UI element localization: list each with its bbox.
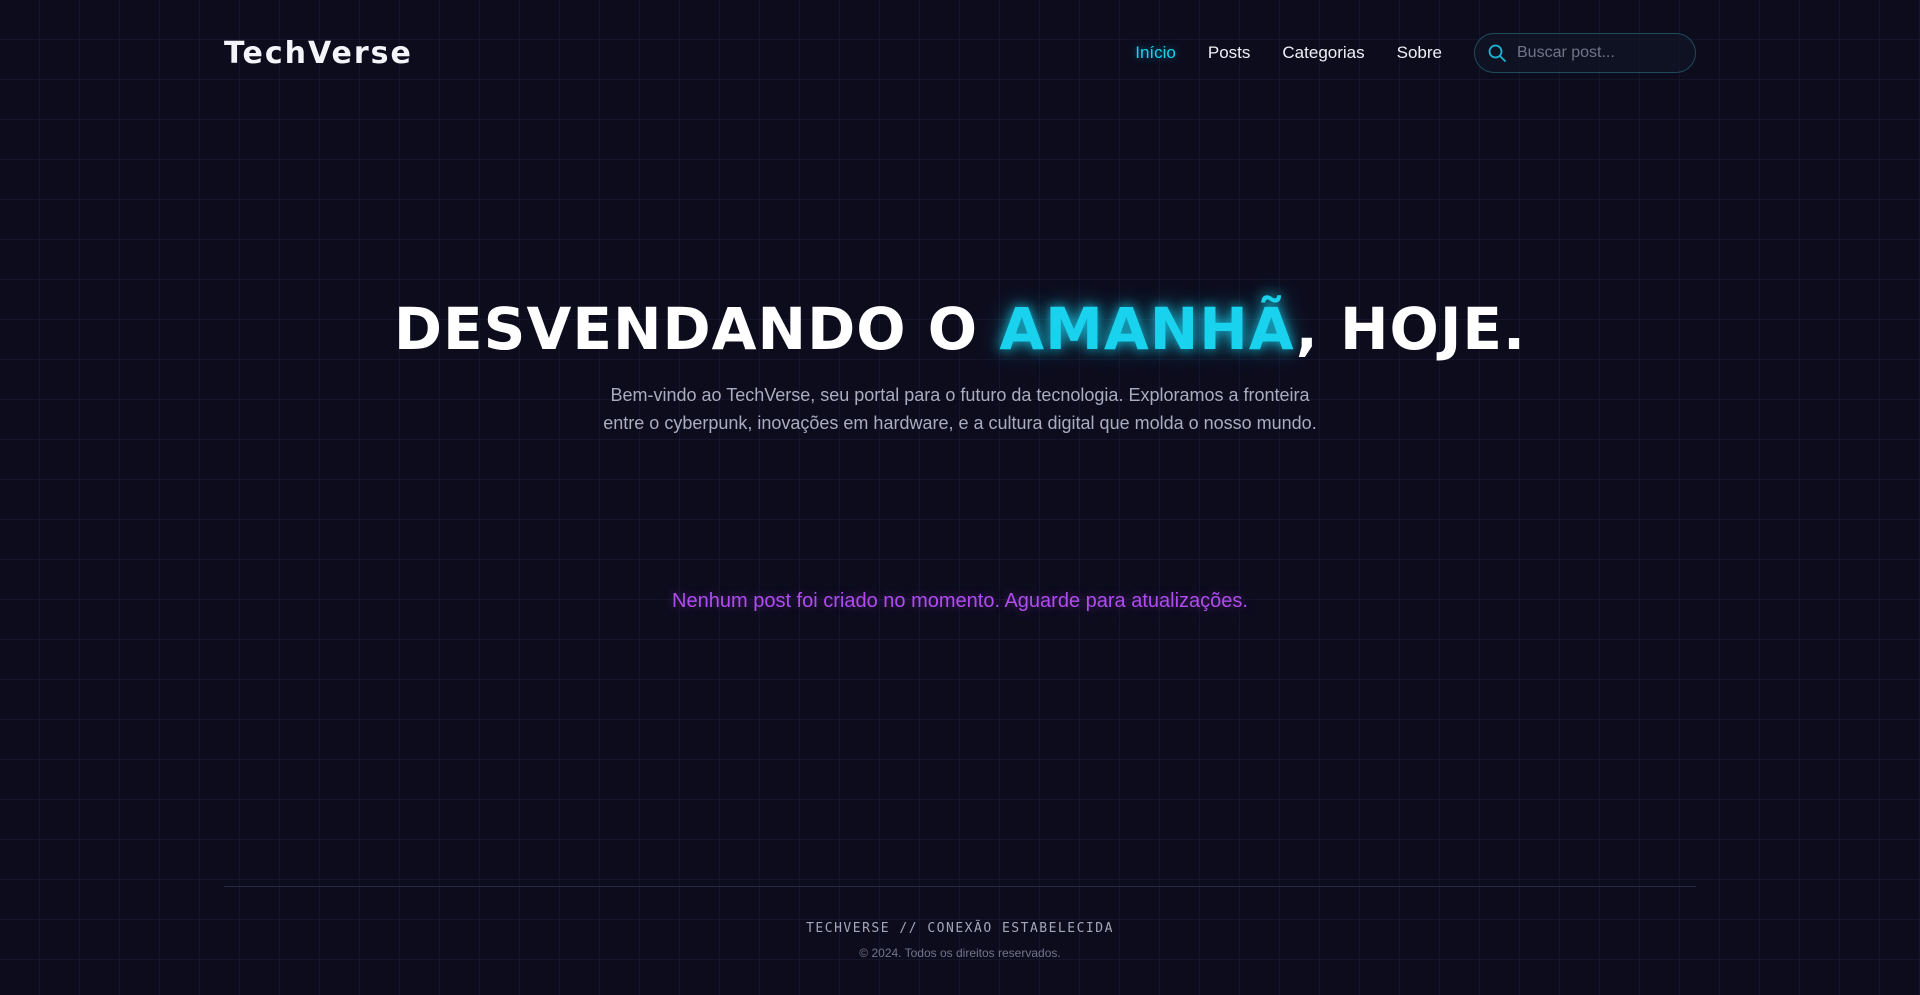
empty-posts-message: Nenhum post foi criado no momento. Aguar…: [672, 590, 1248, 612]
hero-section: DESVENDANDO O AMANHÃ, HOJE. Bem-vindo ao…: [0, 285, 1920, 437]
nav-link-posts[interactable]: Posts: [1208, 43, 1251, 63]
search-input[interactable]: [1515, 43, 1689, 63]
nav-link-categorias[interactable]: Categorias: [1282, 43, 1364, 63]
hero-title-end: , HOJE.: [1295, 295, 1527, 363]
site-footer: TECHVERSE // CONEXÃO ESTABELECIDA © 2024…: [224, 886, 1696, 960]
nav-link-sobre[interactable]: Sobre: [1397, 43, 1442, 63]
hero-title-start: DESVENDANDO O: [393, 295, 1000, 363]
footer-brand: TECHVERSE // CONEXÃO ESTABELECIDA: [806, 921, 1114, 936]
hero-description: Bem-vindo ao TechVerse, seu portal para …: [560, 381, 1360, 437]
site-logo[interactable]: TechVerse: [224, 36, 413, 71]
hero-title: DESVENDANDO O AMANHÃ, HOJE.: [0, 285, 1920, 373]
hero-description-line-2: entre o cyberpunk, inovações em hardware…: [603, 413, 1317, 433]
main-nav: Início Posts Categorias Sobre: [1135, 33, 1696, 73]
site-header: TechVerse Início Posts Categorias Sobre: [224, 0, 1696, 106]
search-icon[interactable]: [1487, 43, 1507, 63]
hero-title-accent: AMANHÃ: [999, 295, 1296, 363]
hero-description-line-1: Bem-vindo ao TechVerse, seu portal para …: [610, 385, 1310, 405]
search-box: [1474, 33, 1696, 73]
footer-copyright: © 2024. Todos os direitos reservados.: [859, 946, 1061, 960]
nav-link-inicio[interactable]: Início: [1135, 43, 1176, 63]
